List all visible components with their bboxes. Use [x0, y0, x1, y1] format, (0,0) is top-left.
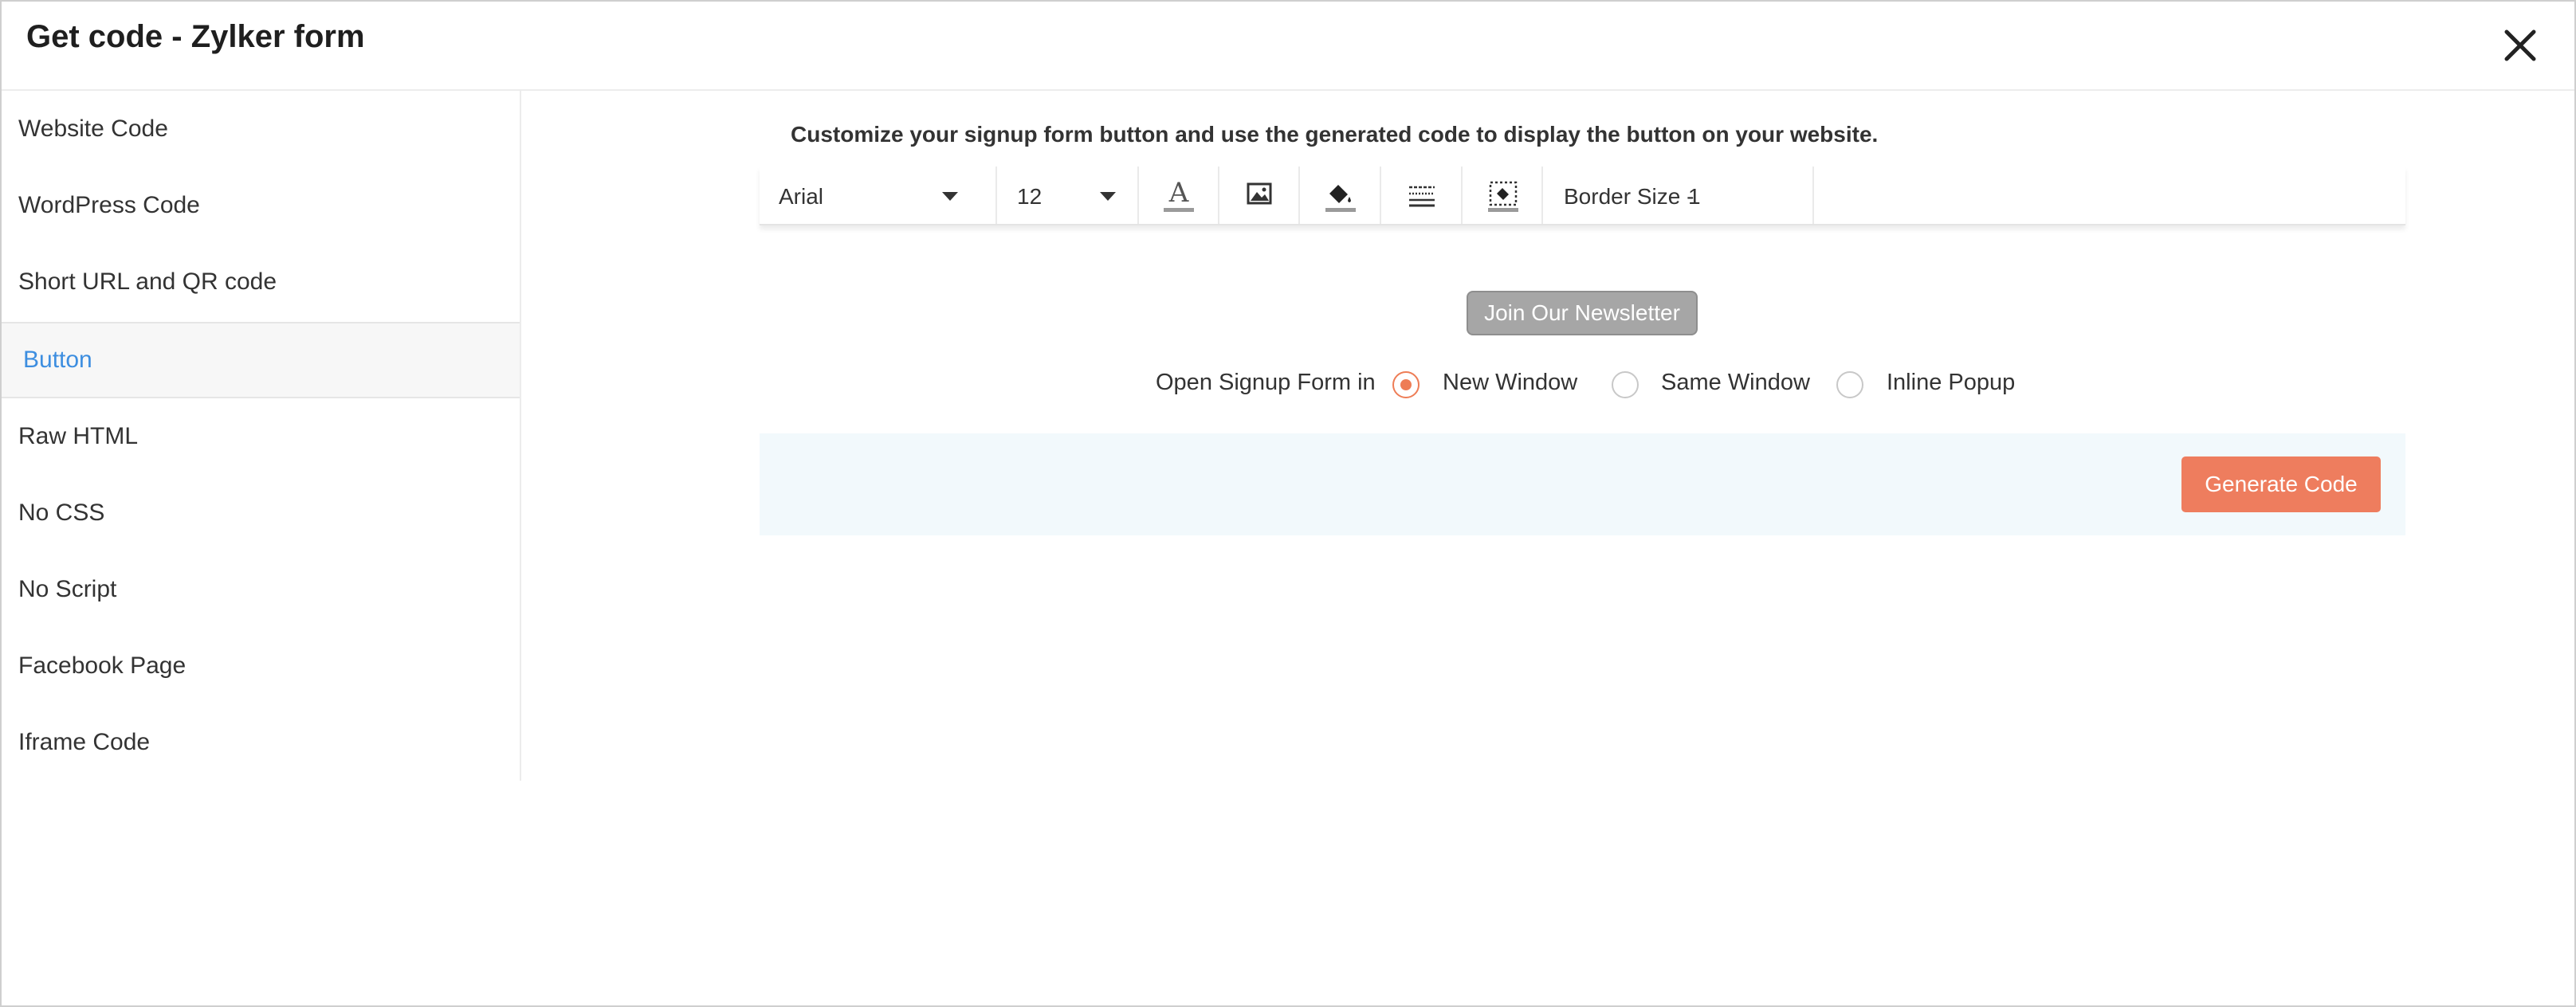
dialog-title: Get code - Zylker form [26, 19, 365, 54]
radio-new-window[interactable] [1392, 371, 1420, 398]
sidebar-item-no-script[interactable]: No Script [2, 551, 520, 628]
border-color-cell [1463, 167, 1543, 224]
radio-same-window[interactable] [1612, 371, 1639, 398]
sidebar-item-label: Raw HTML [18, 423, 139, 449]
newsletter-preview-button[interactable]: Join Our Newsletter [1467, 291, 1698, 335]
sidebar-item-raw-html[interactable]: Raw HTML [2, 398, 520, 475]
border-size-control[interactable]: Border Size - 1 [1543, 167, 1814, 224]
font-size-value: 12 [1017, 184, 1043, 209]
fill-color-cell [1300, 167, 1381, 224]
chevron-down-icon [942, 192, 958, 201]
border-style-cell [1381, 167, 1463, 224]
code-type-sidebar: Website Code WordPress Code Short URL an… [2, 91, 521, 781]
image-cell [1219, 167, 1300, 224]
dialog-header: Get code - Zylker form [2, 2, 2574, 91]
radio-label-inline-popup[interactable]: Inline Popup [1887, 370, 2015, 396]
fill-color-icon[interactable] [1323, 178, 1358, 213]
font-size-select[interactable]: 12 [997, 167, 1139, 224]
sidebar-item-facebook-page[interactable]: Facebook Page [2, 628, 520, 704]
sidebar-item-wordpress-code[interactable]: WordPress Code [2, 167, 520, 244]
sidebar-item-iframe-code[interactable]: Iframe Code [2, 704, 520, 781]
sidebar-item-button[interactable]: Button [2, 322, 520, 398]
chevron-down-icon [1100, 192, 1116, 201]
sidebar-item-label: Short URL and QR code [18, 268, 277, 295]
svg-text:A: A [1168, 178, 1189, 209]
generate-code-button[interactable]: Generate Code [2181, 456, 2381, 512]
border-style-icon[interactable] [1404, 178, 1439, 213]
text-color-cell: A [1139, 167, 1219, 224]
radio-inline-popup[interactable] [1836, 371, 1863, 398]
sidebar-item-short-url-qr-code[interactable]: Short URL and QR code [2, 244, 520, 320]
sidebar-item-label: No CSS [18, 500, 105, 526]
border-size-value[interactable]: 1 [1688, 184, 1701, 210]
sidebar-item-label: Facebook Page [18, 652, 187, 679]
close-icon[interactable] [2500, 25, 2540, 65]
text-color-icon[interactable]: A [1161, 177, 1196, 213]
generate-code-bar [760, 433, 2405, 535]
font-family-select[interactable]: Arial [760, 167, 997, 224]
open-signup-form-label: Open Signup Form in [1156, 370, 1376, 395]
sidebar-item-label: No Script [18, 576, 117, 602]
get-code-dialog: Get code - Zylker form Website Code Word… [0, 0, 2576, 1007]
sidebar-item-label: Button [23, 347, 92, 373]
sidebar-item-label: WordPress Code [18, 192, 200, 218]
sidebar-item-no-css[interactable]: No CSS [2, 475, 520, 551]
image-icon[interactable] [1242, 178, 1277, 213]
border-color-icon[interactable] [1486, 178, 1521, 213]
font-family-value: Arial [779, 184, 824, 209]
button-style-toolbar: Arial 12 A Border Size - 1 [760, 167, 2405, 225]
radio-label-new-window[interactable]: New Window [1443, 370, 1577, 396]
button-customize-description: Customize your signup form button and us… [791, 122, 1879, 147]
radio-label-same-window[interactable]: Same Window [1661, 370, 1810, 396]
sidebar-item-label: Iframe Code [18, 729, 151, 755]
sidebar-item-label: Website Code [18, 116, 168, 142]
sidebar-item-website-code[interactable]: Website Code [2, 91, 520, 167]
border-size-label: Border Size - [1564, 184, 1694, 209]
